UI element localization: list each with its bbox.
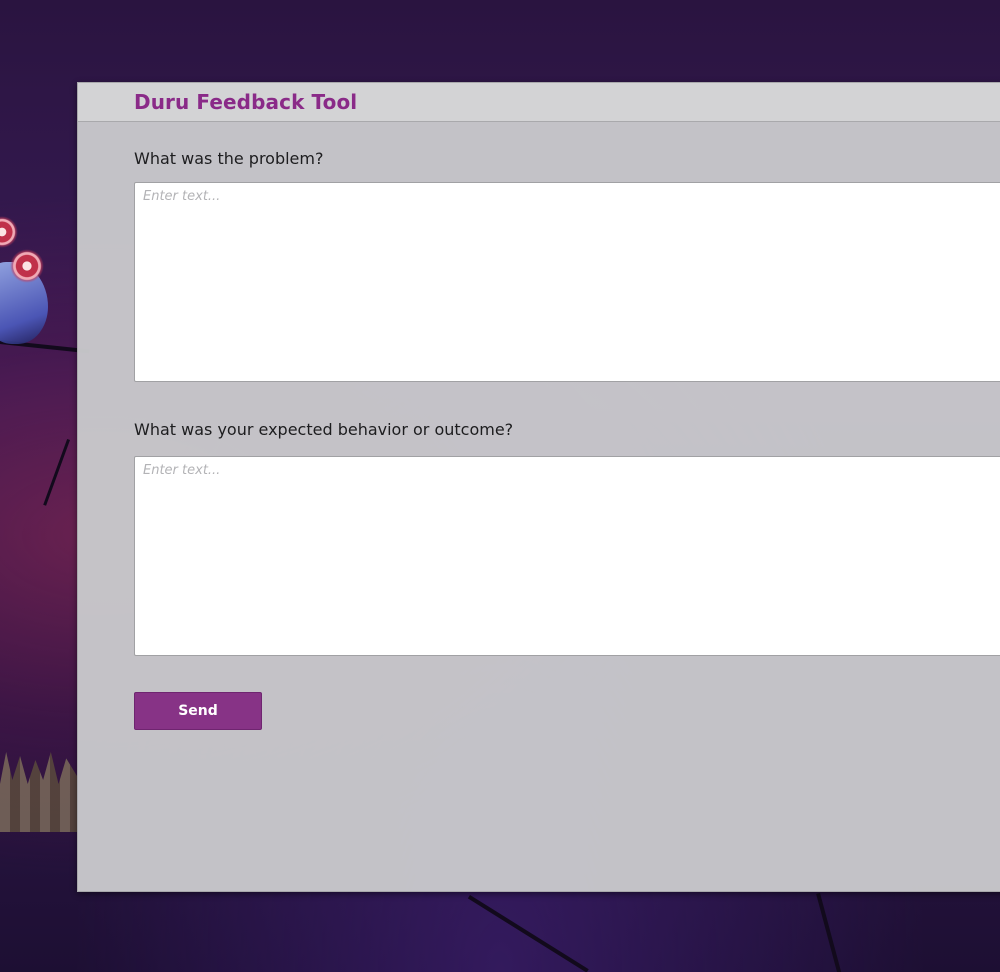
dialog-header: Duru Feedback Tool — [78, 83, 1000, 122]
dialog-title: Duru Feedback Tool — [134, 90, 358, 114]
background-branch — [816, 893, 842, 972]
expected-outcome-textarea[interactable] — [134, 456, 1000, 656]
background-flower — [0, 216, 18, 248]
problem-textarea[interactable] — [134, 182, 1000, 382]
background-branch — [43, 438, 70, 506]
send-button[interactable]: Send — [134, 692, 262, 730]
background-branch — [467, 895, 589, 972]
expected-outcome-label: What was your expected behavior or outco… — [134, 420, 514, 439]
problem-label: What was the problem? — [134, 149, 324, 168]
background-flower — [10, 249, 44, 283]
feedback-dialog: Duru Feedback Tool What was the problem?… — [77, 82, 1000, 892]
background-spikes — [0, 752, 77, 832]
